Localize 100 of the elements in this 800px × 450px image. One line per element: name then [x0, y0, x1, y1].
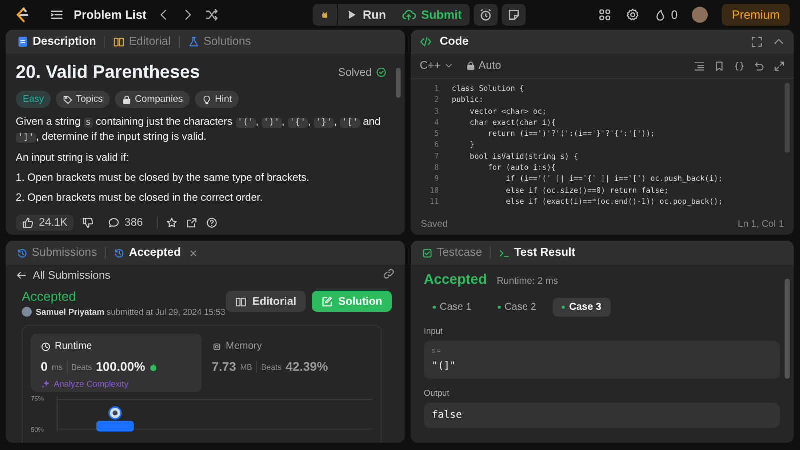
- layout-icon[interactable]: [598, 8, 612, 22]
- panel-tab[interactable]: Test Result: [497, 243, 578, 263]
- chip-icon: [212, 342, 222, 352]
- panel-tab[interactable]: Solutions: [186, 32, 254, 52]
- panel-tab[interactable]: Submissions: [15, 243, 100, 263]
- flame-icon[interactable]: [654, 8, 668, 22]
- checkbox-icon: [422, 248, 433, 258]
- terminal-icon: [499, 248, 510, 258]
- premium-button[interactable]: Premium: [722, 4, 790, 26]
- stat-unit: ms: [52, 362, 63, 372]
- format-icon[interactable]: [694, 60, 705, 72]
- book-icon: [113, 36, 126, 48]
- logo-icon[interactable]: [14, 7, 30, 23]
- avatar-icon: [108, 406, 122, 420]
- sparkle-icon: [41, 379, 51, 389]
- stat-value: 0: [41, 360, 48, 374]
- book-icon: [234, 296, 247, 308]
- beats-label: Beats: [72, 362, 92, 372]
- description-text: Given a string s containing just the characters '(' , ')' , '{' , '}' , '[' and ']' , determine if the input string is valid.: [16, 115, 382, 145]
- tag-chip[interactable]: Hint: [195, 91, 240, 108]
- beats-value: 42.39%: [286, 360, 328, 374]
- note-icon: [507, 8, 521, 22]
- case-tab[interactable]: Case 2: [488, 298, 546, 317]
- tag-chip[interactable]: Companies: [115, 91, 190, 108]
- check-circle-icon: [376, 67, 387, 78]
- submit-button[interactable]: Submit: [394, 4, 470, 26]
- reset-icon[interactable]: [754, 60, 765, 72]
- description-text: 1. Open brackets must be closed by the same type of brackets.: [16, 171, 311, 185]
- stat-value: 7.73: [212, 360, 236, 374]
- stat-label: Runtime: [55, 341, 92, 352]
- topics-icon: [63, 94, 74, 104]
- timer-button[interactable]: [474, 4, 498, 26]
- link-icon[interactable]: [383, 268, 395, 280]
- bookmark-icon[interactable]: [714, 60, 725, 72]
- panel-tab[interactable]: Accepted: [112, 243, 183, 263]
- edit-icon: [320, 296, 333, 308]
- back-link[interactable]: All Submissions: [16, 270, 111, 282]
- submission-status: Accepted: [22, 289, 78, 304]
- hint-icon: [202, 94, 212, 104]
- editorial-button[interactable]: Editorial: [226, 291, 306, 312]
- case-tab[interactable]: Case 1: [424, 298, 481, 317]
- close-icon[interactable]: [188, 248, 198, 258]
- avatar-icon: [22, 307, 32, 317]
- panel-tab[interactable]: Description: [15, 32, 98, 52]
- comment-count: 386: [124, 217, 144, 229]
- star-icon[interactable]: [166, 217, 178, 229]
- runtime-text: Runtime: 2 ms: [497, 276, 558, 287]
- problem-title: 20. Valid Parentheses: [16, 62, 200, 83]
- apple-icon: [149, 362, 158, 372]
- shuffle-icon[interactable]: [204, 8, 219, 22]
- history-icon: [114, 248, 126, 258]
- case-tab[interactable]: Case 3: [553, 298, 611, 317]
- memory-stat[interactable]: Memory 7.73 MB Beats 42.39%: [202, 334, 373, 392]
- document-icon: [17, 36, 29, 48]
- fullscreen-icon[interactable]: [751, 36, 763, 48]
- share-icon[interactable]: [186, 217, 198, 229]
- beats-label: Beats: [261, 362, 282, 372]
- code-icon: [420, 36, 432, 48]
- verdict: Accepted: [424, 271, 488, 287]
- play-icon: [346, 9, 358, 21]
- output-label: Output: [424, 388, 451, 398]
- maximize-icon[interactable]: [774, 60, 785, 72]
- help-icon[interactable]: [206, 217, 218, 229]
- input-label: Input: [424, 326, 444, 336]
- cloud-upload-icon: [402, 8, 416, 22]
- mode-label: Auto: [478, 60, 502, 72]
- panel-title: Code: [439, 35, 470, 50]
- stat-unit: MB: [240, 362, 252, 372]
- panel-tab[interactable]: Testcase: [420, 243, 484, 263]
- notes-button[interactable]: [502, 4, 526, 26]
- like-button[interactable]: 24.1K: [16, 215, 74, 231]
- braces-icon[interactable]: [734, 60, 745, 72]
- chart-bar[interactable]: [96, 421, 134, 432]
- back-arrow-icon: [16, 270, 27, 281]
- panel-tab[interactable]: Editorial: [111, 32, 173, 52]
- language-dropdown[interactable]: C++: [420, 60, 454, 72]
- thumbs-down-icon[interactable]: [82, 217, 94, 229]
- tag-chip[interactable]: Topics: [56, 91, 110, 108]
- companies-icon: [122, 94, 132, 104]
- lock-icon: [466, 61, 476, 71]
- cursor-position: Ln 1, Col 1: [738, 218, 784, 230]
- run-button[interactable]: Run: [338, 4, 394, 26]
- clock-icon: [41, 342, 51, 352]
- alarm-clock-icon: [479, 8, 493, 22]
- runtime-stat[interactable]: Runtime 0 ms Beats 100.00% Analyze Complexity: [31, 334, 202, 392]
- solved-label: Solved: [338, 66, 372, 78]
- comment-icon[interactable]: [108, 217, 120, 229]
- list-icon[interactable]: [50, 8, 64, 22]
- avatar-icon[interactable]: [692, 7, 708, 23]
- scrollbar[interactable]: [785, 83, 790, 153]
- scrollbar[interactable]: [396, 68, 401, 98]
- settings-icon[interactable]: [626, 8, 640, 22]
- beats-value: 100.00%: [96, 360, 146, 374]
- save-status: Saved: [421, 218, 448, 230]
- thumbs-up-icon: [22, 217, 34, 229]
- history-icon: [17, 248, 28, 258]
- scrollbar[interactable]: [785, 279, 790, 379]
- flask-icon: [188, 36, 200, 48]
- problem-list-link[interactable]: Problem List: [74, 8, 147, 22]
- submission-info: Samuel Priyatam submitted at Jul 29, 2024 15:53: [36, 307, 226, 317]
